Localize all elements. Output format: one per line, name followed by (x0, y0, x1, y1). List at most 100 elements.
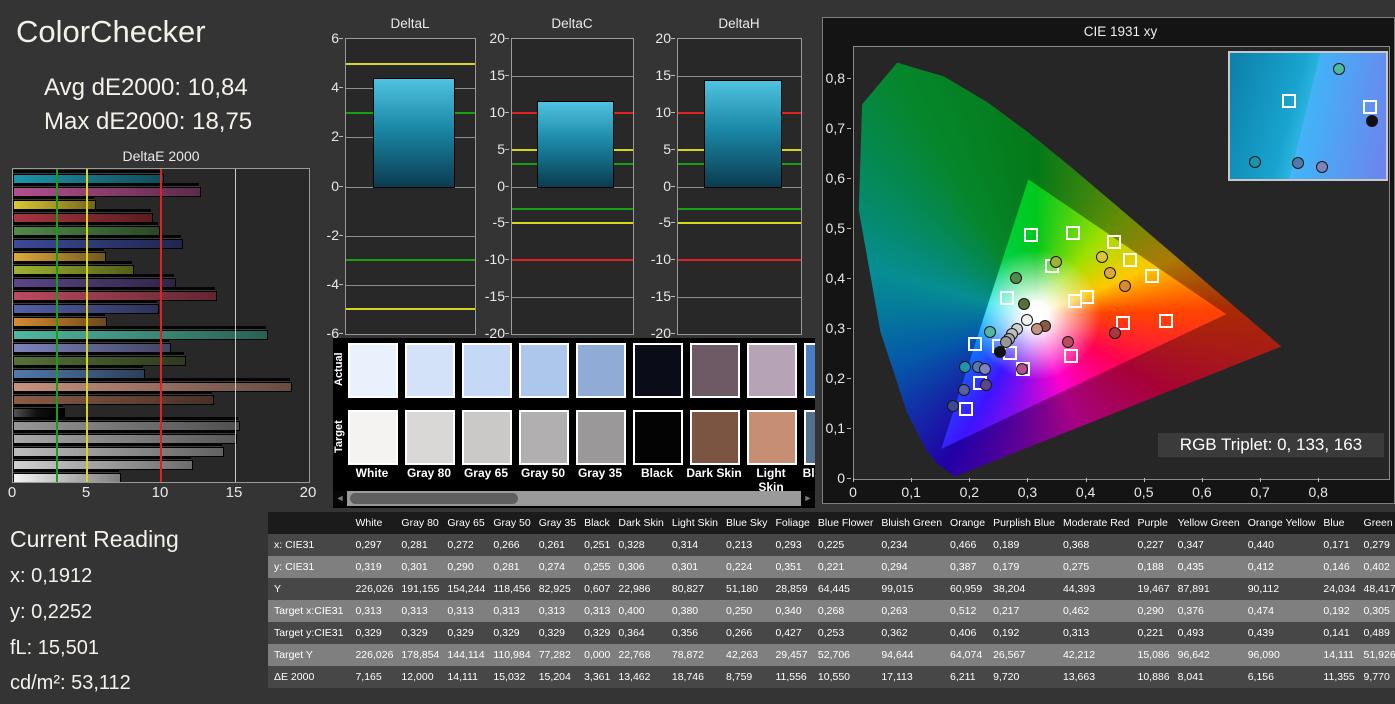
deltah-y-axis: 20 15 10 5 0 -5 -10 -15 -20 (645, 30, 675, 341)
table-cell: 0,290 (443, 556, 490, 578)
table-row: y: CIE31 0,319 0,301 0,290 0,281 0,274 0,255 0,… (268, 556, 1395, 578)
table-cell: 0,347 (1173, 534, 1244, 556)
table-cell: 178,854 (397, 644, 444, 666)
swatch-label: Light Skin (756, 466, 786, 494)
table-cell: Blue Sky (722, 512, 772, 534)
y-tick-label: -5 (492, 214, 505, 231)
target-swatch (747, 410, 797, 465)
table-cell: 0,329 (534, 622, 581, 644)
table-cell: 28,859 (771, 578, 814, 600)
table-cell: 0,253 (813, 622, 878, 644)
x-tick-label: 0,8 (1308, 484, 1328, 500)
x-tick-label: 5 (81, 484, 91, 501)
cie-measured-point (978, 362, 991, 375)
y-tick-label: -10 (650, 251, 671, 268)
table-cell: Gray 50 (489, 512, 535, 534)
table-cell: 110,984 (489, 644, 535, 666)
table-cell: White (351, 512, 398, 534)
x-tick-label: 15 (225, 484, 243, 501)
table-cell: 0,512 (946, 600, 990, 622)
x-tick-label: 0,7 (1250, 484, 1270, 500)
deltac-y-axis: 20 15 10 5 0 -5 -10 -15 -20 (479, 30, 509, 341)
table-cell: 0,329 (397, 622, 444, 644)
table-cell: 144,114 (443, 644, 490, 666)
table-cell: 11,556 (771, 666, 814, 688)
table-cell: 0,281 (397, 534, 444, 556)
cie-measured-point (1018, 297, 1031, 310)
cie-target-point (1065, 225, 1080, 240)
table-cell: 13,462 (614, 666, 668, 688)
current-reading-y: y: 0,2252 (10, 601, 93, 623)
reference-line (512, 259, 633, 262)
table-cell: 0,313 (351, 600, 398, 622)
table-cell: Gray 80 (397, 512, 444, 534)
x-tick-label: 0 (7, 484, 17, 501)
table-cell: 0,351 (771, 556, 814, 578)
cie-diagram-panel: CIE 1931 xy 0 0,1 0,2 0,3 0,4 0,5 0,6 0,7 0,8 00… (822, 17, 1395, 504)
table-cell: 24,034 (1319, 578, 1360, 600)
swatch-scrollbar[interactable]: ◄ ► (333, 491, 815, 506)
table-cell: 9,720 (989, 666, 1059, 688)
cie-measured-point (1108, 326, 1121, 339)
table-cell: 51,180 (722, 578, 772, 600)
deltac-chart-title: DeltaC (551, 16, 593, 31)
y-tick-label: -5 (658, 214, 671, 231)
table-cell: 0,213 (722, 534, 772, 556)
patch-table: White Gray 80 Gray 65 Gray 50 Gray 35 Black Da… (268, 512, 1395, 688)
table-cell: 0,406 (946, 622, 990, 644)
scroll-left-icon[interactable]: ◄ (333, 491, 347, 506)
row-label: Target Y (268, 644, 352, 666)
x-tick-label: 10 (151, 484, 169, 501)
target-swatch (462, 410, 512, 465)
table-cell: 14,111 (443, 666, 490, 688)
swatch-label: White (355, 466, 389, 480)
cie-measured-point (1061, 335, 1074, 348)
table-cell: 0,225 (813, 534, 878, 556)
table-cell: 226,026 (351, 578, 398, 600)
inset-measured-point (1292, 156, 1305, 169)
table-cell: 78,872 (667, 644, 722, 666)
scroll-right-icon[interactable]: ► (801, 491, 815, 506)
deltal-chart-title: DeltaL (390, 16, 430, 31)
table-cell: Blue Flower (813, 512, 878, 534)
y-tick-label: 0,1 (825, 420, 845, 437)
y-tick-label: -4 (326, 275, 339, 292)
scrollbar-thumb[interactable] (350, 493, 518, 504)
page-title: ColorChecker (16, 14, 206, 49)
y-tick-label: -2 (326, 226, 339, 243)
y-tick-label: 0 (663, 177, 671, 194)
cie-target-point (1122, 252, 1137, 267)
table-cell: 0,272 (443, 534, 490, 556)
table-cell: 0,221 (813, 556, 878, 578)
actual-swatch (690, 343, 740, 398)
table-cell: 64,445 (813, 578, 878, 600)
table-cell: 0,313 (489, 600, 535, 622)
y-tick-label: 10 (655, 103, 671, 120)
table-cell: 0,380 (667, 600, 722, 622)
table-cell: 0,294 (877, 556, 947, 578)
y-tick-label: -15 (484, 288, 505, 305)
reference-line (512, 207, 633, 210)
actual-swatch (747, 343, 797, 398)
y-tick-label: 0,4 (825, 270, 845, 287)
y-tick-label: 15 (655, 66, 671, 83)
table-cell: 99,015 (877, 578, 947, 600)
table-cell: 0,427 (771, 622, 814, 644)
y-tick-label: 0,5 (825, 220, 845, 237)
target-row-label: Target (333, 420, 345, 453)
reference-line (678, 259, 801, 262)
table-cell: 0,462 (1058, 600, 1134, 622)
swatch-panel: Actual Target White Gray 80 Gray 65 Gray 50… (333, 338, 815, 508)
table-cell: 0,329 (443, 622, 490, 644)
table-cell: 9,770 (1359, 666, 1395, 688)
table-cell: 118,456 (489, 578, 535, 600)
table-cell: 0,356 (667, 622, 722, 644)
cie-measured-point (993, 345, 1006, 358)
avg-de2000-value: Avg dE2000: 10,84 (44, 74, 248, 101)
swatch-label: Gray 35 (577, 466, 623, 480)
y-tick-label: -15 (650, 288, 671, 305)
y-tick-label: 5 (663, 140, 671, 157)
inset-target-point (1363, 99, 1378, 114)
table-cell: Light Skin (667, 512, 722, 534)
table-cell: 0,329 (351, 622, 398, 644)
